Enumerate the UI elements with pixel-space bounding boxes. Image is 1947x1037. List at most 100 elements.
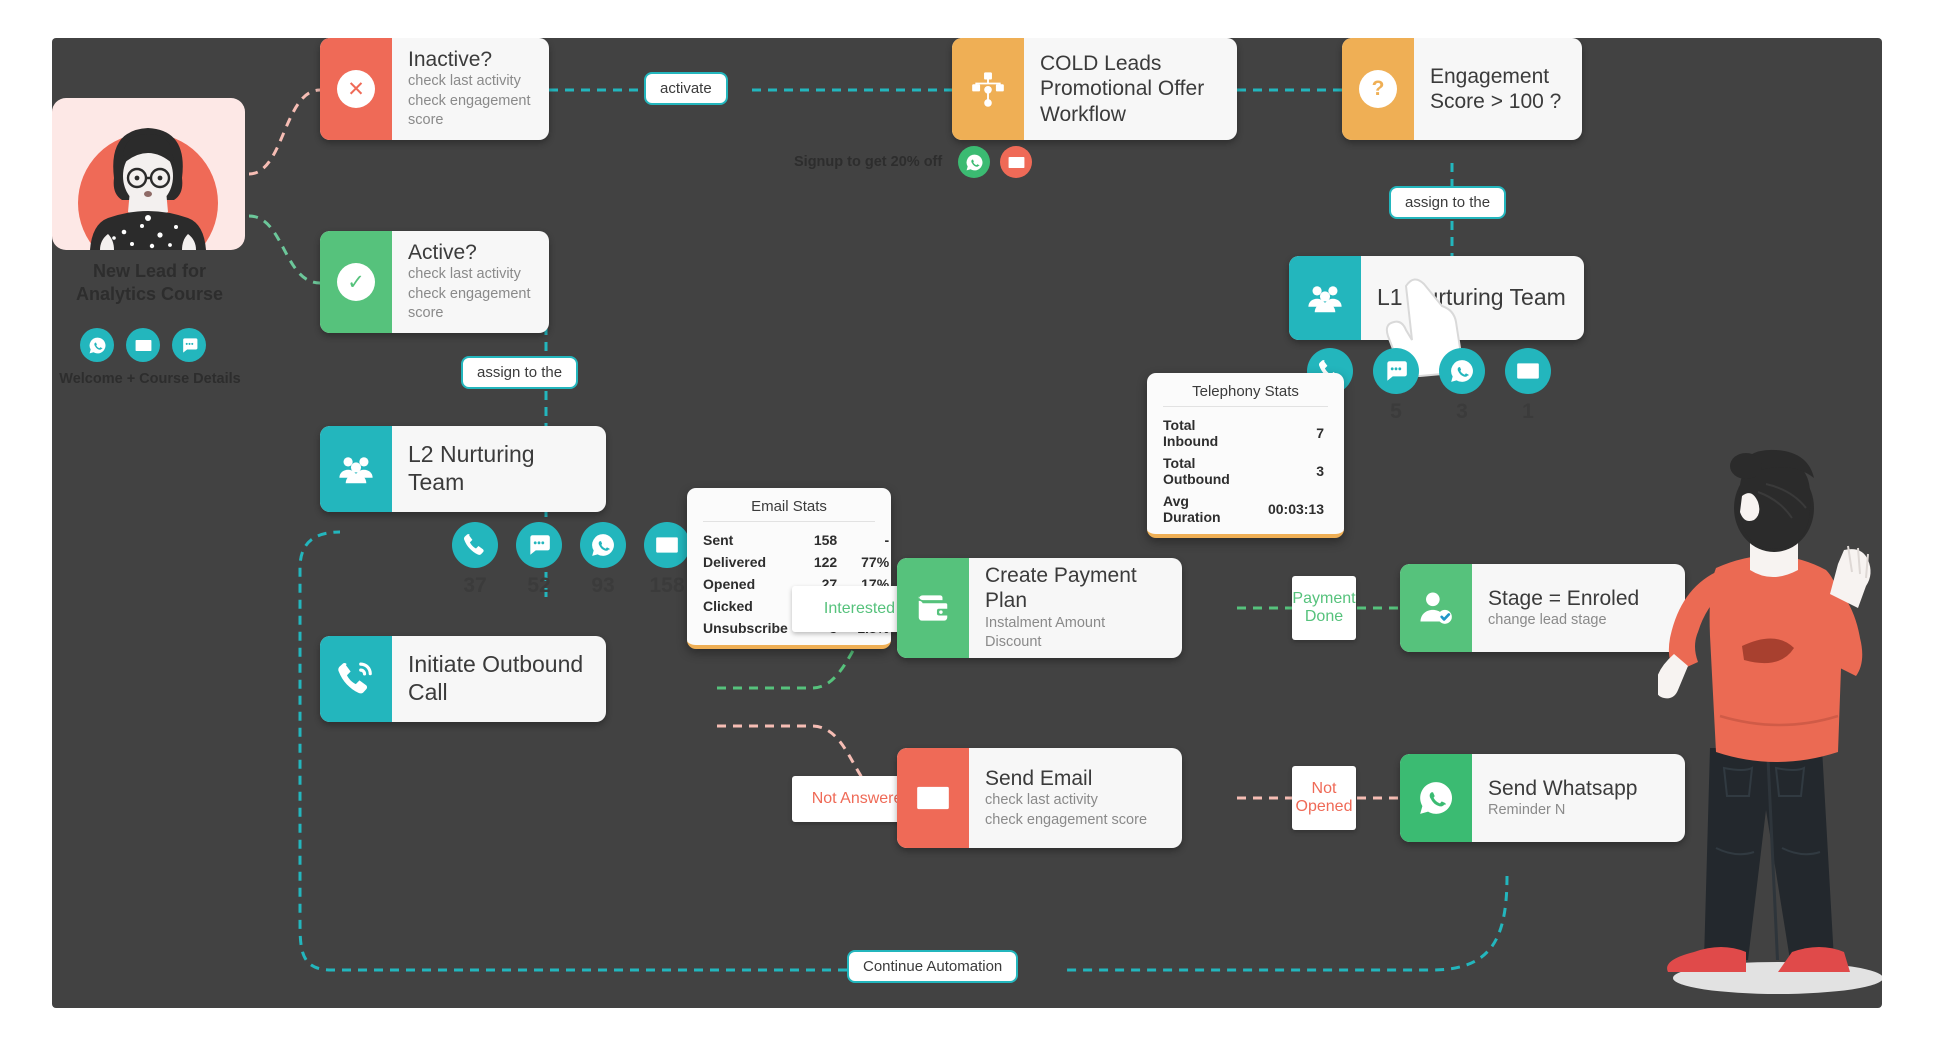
workflow-canvas: New Lead for Analytics Course Welcome + … <box>52 38 1882 1008</box>
node-l2-title: L2 Nurturing Team <box>408 441 535 495</box>
node-send-email-sub2: check engagement score <box>985 811 1148 828</box>
l2-channel-stats: 37 52 93 158 <box>452 522 690 598</box>
node-stage-enroled[interactable]: Stage = Enroled change lead stage <box>1400 564 1685 652</box>
node-payment-plan-sub2: Discount <box>985 634 1042 651</box>
whatsapp-icon[interactable] <box>80 328 114 362</box>
telephony-row-value: 00:03:13 <box>1267 501 1324 517</box>
check-circle-icon: ✓ <box>337 263 375 301</box>
sms-icon <box>516 522 562 568</box>
node-send-whatsapp-body: Send Whatsapp Reminder N <box>1472 754 1685 842</box>
users-icon <box>1308 286 1342 313</box>
node-l2-body: L2 Nurturing Team <box>392 426 606 512</box>
node-outbound-title: Initiate Outbound Call <box>408 651 584 705</box>
email-row-pct: 77% <box>861 554 890 570</box>
node-active-badge: ✓ <box>320 231 392 333</box>
email-icon[interactable] <box>1000 146 1033 178</box>
label-assign-to-the-left[interactable]: assign to the <box>461 356 579 389</box>
email-icon <box>917 786 949 810</box>
table-row: Total Inbound 7 <box>1163 414 1328 452</box>
table-row: Avg Duration 00:03:13 <box>1163 490 1328 528</box>
node-send-whatsapp-title: Send Whatsapp <box>1488 776 1638 800</box>
users-icon <box>339 457 373 484</box>
person-illustration <box>1658 449 1882 994</box>
telephony-row-value: 3 <box>1316 463 1324 479</box>
node-stage-enroled-body: Stage = Enroled change lead stage <box>1472 564 1685 652</box>
telephony-row-label: Avg Duration <box>1163 493 1221 525</box>
node-send-whatsapp[interactable]: Send Whatsapp Reminder N <box>1400 754 1685 842</box>
table-row: Total Outbound 3 <box>1163 452 1328 490</box>
user-check-icon <box>1420 592 1452 624</box>
node-send-whatsapp-sub1: Reminder N <box>1488 801 1566 818</box>
email-row-label: Delivered <box>703 554 767 570</box>
node-stage-enroled-badge <box>1400 564 1472 652</box>
lead-avatar-illustration <box>78 128 218 250</box>
node-stage-enroled-title: Stage = Enroled <box>1488 586 1640 610</box>
whatsapp-icon <box>1439 348 1485 394</box>
l1-stat-email[interactable]: 1 <box>1505 348 1551 424</box>
node-payment-plan-body: Create Payment Plan Instalment Amount Di… <box>969 558 1182 658</box>
node-stage-enroled-sub1: change lead stage <box>1488 611 1607 628</box>
whatsapp-icon <box>1420 782 1452 814</box>
label-assign-to-the-right[interactable]: assign to the <box>1389 186 1507 219</box>
node-outbound-body: Initiate Outbound Call <box>392 636 606 722</box>
workflow-icon <box>972 72 1004 107</box>
phone-ring-icon <box>338 662 372 694</box>
node-l2-nurturing-team[interactable]: L2 Nurturing Team <box>320 426 606 512</box>
node-active-title: Active? <box>408 241 477 265</box>
node-engagement-body: Engagement Score > 100 ? <box>1414 38 1582 140</box>
email-row-value: 158 <box>813 532 838 548</box>
telephony-stats-table: Total Inbound 7 Total Outbound 3 Avg Dur… <box>1163 414 1328 528</box>
email-row-pct: - <box>884 532 890 548</box>
table-row: Delivered 122 77% <box>703 551 889 573</box>
label-payment-done[interactable]: Payment Done <box>1292 576 1356 640</box>
node-l1-badge <box>1289 256 1361 340</box>
label-not-opened[interactable]: Not Opened <box>1292 766 1356 830</box>
email-stats-title: Email Stats <box>703 498 875 522</box>
table-row: Sent 158 - <box>703 529 889 551</box>
telephony-row-value: 7 <box>1316 425 1324 441</box>
l2-stat-phone-count: 37 <box>463 574 487 597</box>
node-active[interactable]: ✓ Active? check last activity check enga… <box>320 231 549 333</box>
whatsapp-icon[interactable] <box>958 146 991 178</box>
question-circle-icon: ? <box>1359 70 1397 108</box>
l1-stat-sms-count: 5 <box>1390 400 1402 423</box>
node-send-email[interactable]: Send Email check last activity check eng… <box>897 748 1182 848</box>
l2-stat-phone[interactable]: 37 <box>452 522 498 598</box>
node-inactive[interactable]: ✕ Inactive? check last activity check en… <box>320 38 549 140</box>
l1-stat-email-count: 1 <box>1522 400 1534 423</box>
email-stats-nub <box>676 579 698 602</box>
node-active-body: Active? check last activity check engage… <box>392 231 549 333</box>
node-cold-leads-body: COLD Leads Promotional Offer Workflow <box>1024 38 1237 140</box>
label-activate[interactable]: activate <box>644 72 728 105</box>
node-engagement-line1: Engagement <box>1430 64 1550 88</box>
label-payment-done-line2: Done <box>1304 608 1344 625</box>
l1-stat-sms[interactable]: 5 <box>1373 348 1419 424</box>
node-inactive-badge: ✕ <box>320 38 392 140</box>
label-continue-automation[interactable]: Continue Automation <box>847 950 1019 983</box>
node-initiate-outbound-call[interactable]: Initiate Outbound Call <box>320 636 606 722</box>
l1-stat-whatsapp[interactable]: 3 <box>1439 348 1485 424</box>
node-cold-leads-line2: Promotional Offer <box>1040 77 1205 101</box>
lead-title-line2: Analytics Course <box>75 284 224 305</box>
l2-stat-sms[interactable]: 52 <box>516 522 562 598</box>
sms-icon <box>1373 348 1419 394</box>
node-active-sub1: check last activity <box>408 266 521 283</box>
node-cold-leads-workflow[interactable]: COLD Leads Promotional Offer Workflow <box>952 38 1237 140</box>
lead-title: New Lead for Analytics Course <box>52 260 257 307</box>
telephony-stats-panel: Telephony Stats Total Inbound 7 Total Ou… <box>1147 373 1344 538</box>
email-row-value: 122 <box>813 554 838 570</box>
node-inactive-body: Inactive? check last activity check enga… <box>392 38 549 140</box>
node-payment-plan-title: Create Payment Plan <box>985 564 1137 613</box>
node-l2-badge <box>320 426 392 512</box>
email-icon[interactable] <box>126 328 160 362</box>
node-engagement-badge: ? <box>1342 38 1414 140</box>
node-create-payment-plan[interactable]: Create Payment Plan Instalment Amount Di… <box>897 558 1182 658</box>
l2-stat-whatsapp[interactable]: 93 <box>580 522 626 598</box>
label-not-opened-line2: Opened <box>1295 798 1353 815</box>
new-lead-avatar-card <box>52 98 245 250</box>
node-engagement-score[interactable]: ? Engagement Score > 100 ? <box>1342 38 1582 140</box>
label-not-opened-line1: Not <box>1311 779 1337 797</box>
telephony-stats-title: Telephony Stats <box>1163 383 1328 407</box>
sms-icon[interactable] <box>172 328 206 362</box>
node-send-email-title: Send Email <box>985 766 1093 790</box>
